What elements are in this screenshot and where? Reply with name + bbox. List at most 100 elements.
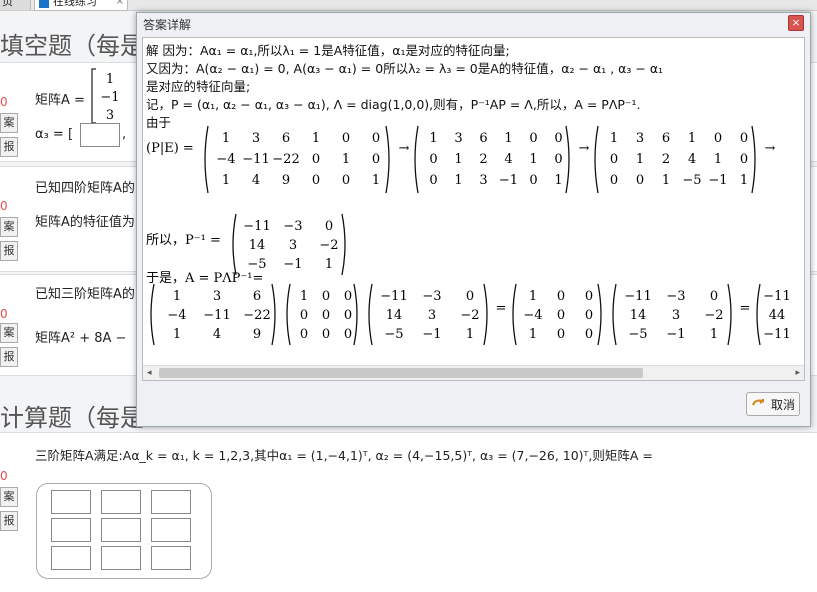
solution-line: 是对应的特征向量; <box>146 79 251 94</box>
left-paren <box>414 125 419 194</box>
matrix-entry: 1 <box>222 173 230 188</box>
question-text: 矩阵A = <box>35 93 85 108</box>
matrix-entry: 0 <box>636 173 644 188</box>
answer-cell[interactable] <box>51 546 91 570</box>
answer-cell[interactable] <box>51 518 91 542</box>
matrix-entry: 1 <box>714 152 722 167</box>
answer-cell[interactable] <box>101 518 141 542</box>
left-paren <box>150 283 155 346</box>
matrix-entry: 1 <box>554 173 562 188</box>
matrix-entry: 0 <box>372 152 380 167</box>
matrix-entry: 1 <box>312 131 320 146</box>
report-button[interactable]: 报 <box>0 511 18 531</box>
matrix-entry: 0 <box>585 289 593 304</box>
question-text: 矩阵A² + 8A − <box>35 331 127 346</box>
question-text: 已知四阶矩阵A的 <box>35 181 135 196</box>
matrix-entry: 0 <box>610 152 618 167</box>
matrix-entry: 1 <box>466 327 474 342</box>
tab-label: 在线练习 <box>53 0 97 8</box>
matrix-entry: 0 <box>610 173 618 188</box>
answer-cell[interactable] <box>151 518 191 542</box>
close-tab-icon[interactable]: × <box>116 0 124 10</box>
left-paren <box>756 283 761 346</box>
matrix-entry: 0 <box>529 173 537 188</box>
matrix-entry: −1 <box>283 257 302 272</box>
scroll-right-icon[interactable]: ▸ <box>795 366 800 380</box>
matrix-entry: −2 <box>460 308 479 323</box>
matrix-answer-box <box>36 483 212 579</box>
matrix-entry: 3 <box>213 289 221 304</box>
right-paren <box>565 125 570 194</box>
matrix-entry: 0 <box>557 327 565 342</box>
tab-online-practice[interactable]: 在线练习 × <box>34 0 128 11</box>
dialog-content[interactable]: 解 因为：Aα₁ = α₁,所以λ₁ = 1是A特征值，α₁是对应的特征向量; … <box>142 37 805 381</box>
matrix-entry: −4 <box>167 308 186 323</box>
answer-cell[interactable] <box>151 490 191 514</box>
matrix-entry: 3 <box>252 131 260 146</box>
scrollbar-thumb[interactable] <box>159 368 643 378</box>
undo-icon <box>752 399 764 406</box>
cancel-label: 取消 <box>770 398 795 412</box>
matrix-entry: 3 <box>454 131 462 146</box>
matrix-entry: −11 <box>763 327 790 342</box>
math-display: (P|E) =1 3 6 1 0 0−4 −11 −22 0 1 01 4 9 0 0 1→1 3 6 1 0 00 1 2… <box>146 125 791 346</box>
matrix-entry: 3 <box>672 308 680 323</box>
cancel-button[interactable]: 取消 <box>746 392 800 416</box>
matrix-entry: 0 <box>322 289 330 304</box>
horizontal-scrollbar[interactable]: ◂ ▸ <box>143 365 804 380</box>
left-paren <box>286 283 291 346</box>
matrix-entry: 4 <box>252 173 260 188</box>
answer-cell[interactable] <box>51 490 91 514</box>
matrix-entry: 0 <box>344 308 352 323</box>
matrix-entry: 6 <box>253 289 261 304</box>
report-button[interactable]: 报 <box>0 241 18 261</box>
matrix-entry: 0 <box>322 308 330 323</box>
answer-cell[interactable] <box>101 490 141 514</box>
matrix-entry: 0 <box>557 289 565 304</box>
score: 0 <box>0 307 8 321</box>
tab-label: 页 <box>2 0 13 8</box>
vector-matrix: 1 −1 3 <box>91 68 120 124</box>
right-paren <box>353 283 358 346</box>
matrix-entry: −22 <box>272 152 299 167</box>
tab-previous[interactable]: 页 <box>0 0 31 10</box>
document-icon <box>39 0 49 8</box>
answer-button[interactable]: 案 <box>0 487 18 507</box>
matrix-entry: 1 <box>610 131 618 146</box>
matrix-entry: −11 <box>624 289 651 304</box>
matrix-entry: 3 <box>106 108 114 123</box>
answer-cell[interactable] <box>151 546 191 570</box>
equation-label: 所以，P⁻¹ = <box>146 233 221 248</box>
matrix-entry: −3 <box>283 219 302 234</box>
matrix-entry: 1 <box>688 131 696 146</box>
answer-detail-dialog: 答案详解 × 解 因为：Aα₁ = α₁,所以λ₁ = 1是A特征值，α₁是对应… <box>136 12 811 427</box>
matrix-entry: 0 <box>325 219 333 234</box>
section-title-calc: 计算题（每是 <box>0 404 144 432</box>
matrix-entry: 0 <box>585 308 593 323</box>
answer-cell[interactable] <box>101 546 141 570</box>
matrix-entry: 0 <box>372 131 380 146</box>
answer-button[interactable]: 案 <box>0 323 18 343</box>
matrix-entry: −5 <box>247 257 266 272</box>
report-button[interactable]: 报 <box>0 347 18 367</box>
score: 0 <box>0 469 8 483</box>
question-text: 已知三阶矩阵A的 <box>35 287 135 302</box>
matrix-entry: 0 <box>714 131 722 146</box>
matrix-entry: 4 <box>504 152 512 167</box>
matrix-entry: 1 <box>529 152 537 167</box>
answer-input[interactable] <box>80 123 120 147</box>
matrix-entry: 9 <box>282 173 290 188</box>
matrix-entry: −11 <box>243 219 270 234</box>
answer-button[interactable]: 案 <box>0 217 18 237</box>
matrix-entry: −1 <box>100 90 119 105</box>
answer-button[interactable]: 案 <box>0 113 18 133</box>
close-icon[interactable]: × <box>788 15 804 31</box>
matrix-entry: 14 <box>249 238 266 253</box>
scroll-left-icon[interactable]: ◂ <box>147 366 152 380</box>
right-paren <box>751 125 756 194</box>
right-paren <box>341 213 346 276</box>
matrix-entry: −5 <box>384 327 403 342</box>
matrix-entry: 4 <box>688 152 696 167</box>
question-4: 0 案 报 三阶矩阵A满足:Aα_k = α₁, k = 1,2,3,其中α₁ … <box>0 432 817 592</box>
report-button[interactable]: 报 <box>0 137 18 157</box>
